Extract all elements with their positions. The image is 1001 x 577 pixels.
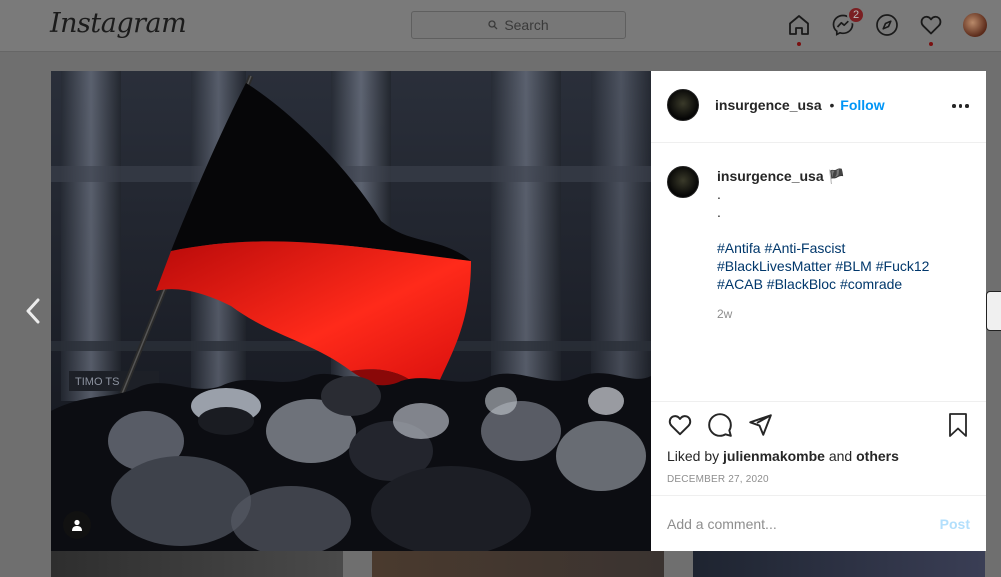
home-icon bbox=[789, 15, 809, 35]
more-options-button[interactable] bbox=[952, 97, 970, 115]
caption-dot-line: . bbox=[717, 186, 721, 202]
bookmark-icon bbox=[949, 413, 967, 437]
search-icon bbox=[488, 20, 498, 30]
search-placeholder: Search bbox=[504, 17, 549, 33]
comment-box: Add a comment... Post bbox=[651, 495, 986, 551]
liked-by-username[interactable]: julienmakombe bbox=[723, 448, 825, 464]
profile-button[interactable] bbox=[962, 12, 988, 38]
next-post-button[interactable] bbox=[986, 291, 1001, 331]
more-dot bbox=[965, 104, 969, 108]
paper-plane-icon bbox=[749, 414, 772, 436]
heart-icon bbox=[920, 15, 942, 35]
grid-thumbnail[interactable] bbox=[693, 550, 985, 577]
liked-by-summary: Liked by julienmakombe and others bbox=[667, 448, 899, 464]
instagram-logo[interactable]: Instagram bbox=[50, 8, 187, 39]
author-username[interactable]: insurgence_usa bbox=[715, 97, 822, 113]
grid-thumbnail[interactable] bbox=[51, 550, 343, 577]
tagged-people-button[interactable] bbox=[63, 511, 91, 539]
post-actions-section: Liked by julienmakombe and others DECEMB… bbox=[651, 401, 986, 497]
author-avatar[interactable] bbox=[667, 89, 699, 121]
caption-hashtags: #Antifa #Anti-Fascist #BlackLivesMatter … bbox=[717, 239, 972, 293]
storefront-sign: TIMO TS bbox=[75, 376, 119, 388]
hashtag-line[interactable]: #BlackLivesMatter #BLM #Fuck12 bbox=[717, 258, 929, 274]
like-button[interactable] bbox=[667, 412, 695, 440]
previous-post-button[interactable] bbox=[18, 296, 48, 326]
post-details-panel: insurgence_usa • Follow insurgence_usa 🏴… bbox=[651, 71, 986, 551]
activity-button[interactable] bbox=[918, 12, 944, 46]
save-button[interactable] bbox=[946, 412, 974, 440]
messages-count-badge: 2 bbox=[847, 6, 865, 24]
caption-timestamp[interactable]: 2w bbox=[717, 305, 972, 323]
top-nav-bar: Instagram Search 2 bbox=[0, 0, 1001, 52]
grid-thumbnail[interactable] bbox=[372, 550, 664, 577]
comment-bubble-icon bbox=[708, 413, 732, 437]
liked-by-others-link[interactable]: others bbox=[856, 448, 899, 464]
liked-by-and: and bbox=[828, 448, 853, 464]
caption-username[interactable]: insurgence_usa bbox=[717, 168, 824, 184]
home-active-dot bbox=[797, 42, 801, 46]
comment-button[interactable] bbox=[707, 412, 735, 440]
more-dot bbox=[958, 104, 962, 108]
follow-separator: • bbox=[829, 97, 835, 113]
user-tag-icon bbox=[72, 519, 82, 531]
heart-outline-icon bbox=[668, 415, 692, 436]
post-header: insurgence_usa • Follow bbox=[651, 71, 986, 143]
search-input[interactable]: Search bbox=[411, 11, 626, 39]
protest-flag-image: TIMO TS bbox=[51, 71, 651, 551]
caption-flag-emoji: 🏴 bbox=[827, 168, 845, 184]
user-avatar bbox=[963, 13, 987, 37]
post-photo: TIMO TS bbox=[51, 71, 651, 551]
messenger-button[interactable]: 2 bbox=[830, 6, 865, 38]
compass-icon bbox=[876, 14, 898, 36]
home-button[interactable] bbox=[786, 12, 812, 46]
activity-dot bbox=[929, 42, 933, 46]
explore-button[interactable] bbox=[874, 12, 900, 38]
liked-by-prefix: Liked by bbox=[667, 448, 720, 464]
chevron-left-icon bbox=[26, 298, 40, 324]
post-date[interactable]: DECEMBER 27, 2020 bbox=[667, 474, 769, 485]
more-dot bbox=[952, 104, 956, 108]
hashtag-line[interactable]: #Antifa #Anti-Fascist bbox=[717, 240, 845, 256]
follow-button[interactable]: Follow bbox=[840, 97, 884, 113]
post-comment-button[interactable]: Post bbox=[940, 516, 970, 532]
comment-input[interactable]: Add a comment... bbox=[667, 516, 777, 532]
caption-dot-line: . bbox=[717, 204, 721, 220]
post-caption: insurgence_usa 🏴 . . #Antifa #Anti-Fasci… bbox=[717, 167, 972, 323]
share-button[interactable] bbox=[747, 412, 775, 440]
hashtag-line[interactable]: #ACAB #BlackBloc #comrade bbox=[717, 276, 902, 292]
caption-author-avatar[interactable] bbox=[667, 166, 699, 198]
